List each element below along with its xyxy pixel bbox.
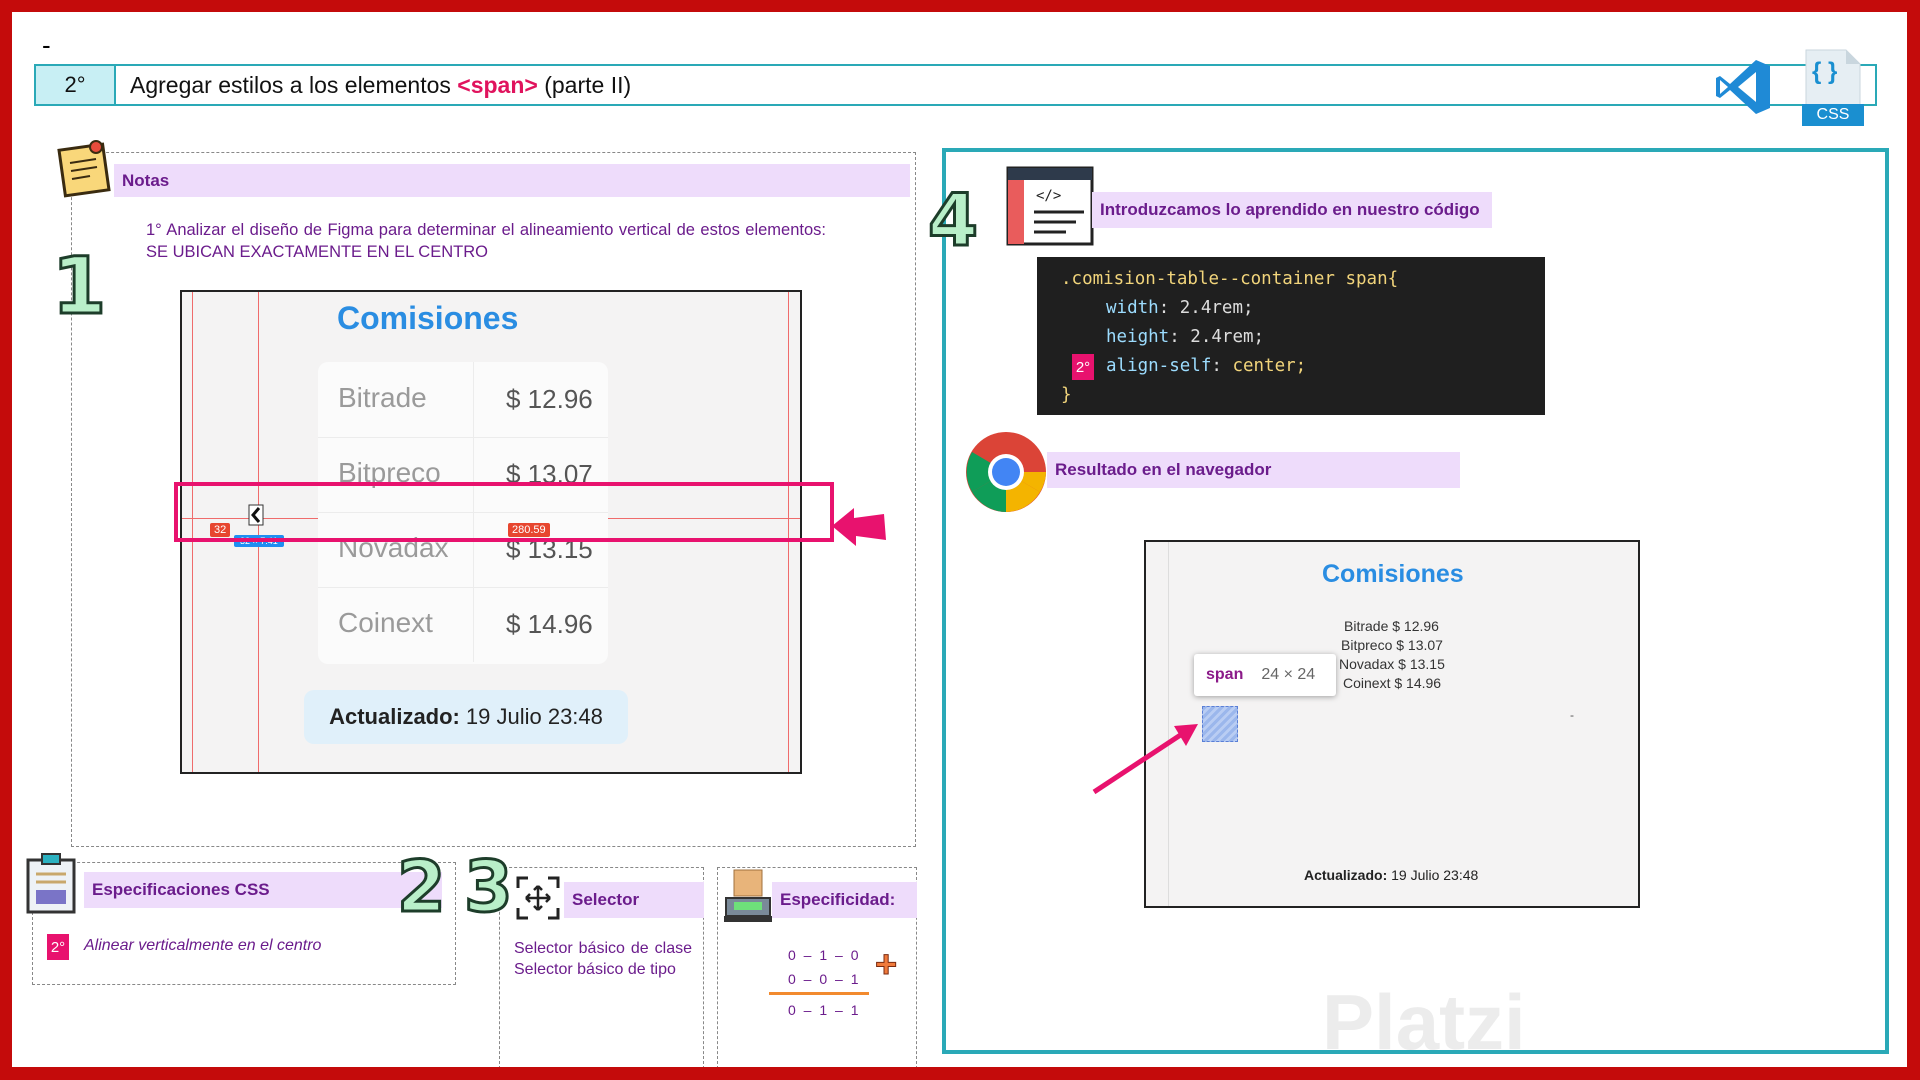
code-value: center; bbox=[1221, 356, 1307, 376]
browser-result-preview: Comisiones Bitrade $ 12.96 Bitpreco $ 13… bbox=[1144, 540, 1640, 908]
row-name: Bitrade bbox=[338, 382, 427, 413]
updated-label: Actualizado: bbox=[1304, 867, 1388, 883]
slide: - 2° Agregar estilos a los elementos <sp… bbox=[12, 12, 1907, 1067]
notes-label: Notas bbox=[114, 164, 910, 197]
lesson-header: 2° Agregar estilos a los elementos <span… bbox=[34, 64, 1877, 106]
devtools-tooltip: span 24 × 24 bbox=[1194, 654, 1336, 696]
selector-text: Selector básico de clase Selector básico… bbox=[514, 940, 692, 978]
figma-title: Comisiones bbox=[337, 300, 519, 336]
code-block: .comision-table--container span{ width: … bbox=[1037, 257, 1545, 415]
specificity-label: Especificidad: bbox=[772, 882, 917, 918]
top-dash: - bbox=[42, 30, 51, 60]
code-value: 2.4rem; bbox=[1179, 327, 1265, 347]
specs-text: Alinear verticalmente en el centro bbox=[84, 937, 322, 954]
figma-updated: Actualizado: 19 Julio 23:48 bbox=[304, 690, 628, 744]
browser-row: Bitrade $ 12.96 bbox=[1344, 618, 1439, 634]
step-two-number: 2 bbox=[396, 846, 448, 928]
chrome-icon bbox=[966, 432, 1046, 512]
code-prop: width bbox=[1106, 298, 1159, 318]
code-step-badge: 2° bbox=[1072, 354, 1094, 380]
arrow-up-right-icon bbox=[1092, 724, 1198, 795]
code-closing: } bbox=[1061, 385, 1072, 405]
svg-text:</>: </> bbox=[1036, 188, 1061, 204]
row-name: Coinext bbox=[338, 607, 433, 638]
specificity-total: 0 – 1 – 1 bbox=[788, 1002, 861, 1018]
table-row: Coinext $ 14.96 bbox=[318, 587, 608, 662]
browser-row: Coinext $ 14.96 bbox=[1343, 675, 1442, 691]
browser-row: Novadax $ 13.15 bbox=[1339, 656, 1445, 672]
browser-updated: Actualizado: 19 Julio 23:48 bbox=[1304, 867, 1478, 883]
tooltip-size: 24 × 24 bbox=[1261, 666, 1316, 683]
updated-label: Actualizado: bbox=[329, 704, 460, 729]
notes-text: 1° Analizar el diseño de Figma para dete… bbox=[146, 221, 826, 261]
specs-step-badge: 2° bbox=[47, 934, 69, 960]
specificity-class: 0 – 1 – 0 bbox=[788, 947, 861, 963]
updated-value: 19 Julio 23:48 bbox=[1391, 867, 1479, 883]
lesson-title: Agregar estilos a los elementos <span> (… bbox=[116, 72, 631, 99]
css-label: CSS bbox=[1816, 106, 1850, 123]
code-section-label: Introduzcamos lo aprendido en nuestro có… bbox=[1092, 192, 1492, 228]
css-file-icon: { } CSS bbox=[1802, 48, 1864, 126]
step-three-number: 3 bbox=[463, 846, 515, 928]
code-prop: height bbox=[1106, 327, 1170, 347]
arrow-left-icon bbox=[832, 508, 886, 546]
sum-divider bbox=[769, 992, 869, 995]
step-number: 2° bbox=[36, 66, 116, 104]
browser-section-label: Resultado en el navegador bbox=[1047, 452, 1460, 488]
highlighted-span bbox=[1202, 706, 1238, 742]
code-window-icon: </> bbox=[1006, 166, 1094, 246]
title-span-tag: <span> bbox=[457, 71, 538, 98]
vscode-icon bbox=[1716, 60, 1770, 114]
code-selector: .comision-table--container span{ bbox=[1061, 269, 1399, 289]
specs-label: Especificaciones CSS bbox=[84, 872, 442, 908]
code-prop: align-self bbox=[1106, 356, 1212, 376]
specificity-type: 0 – 0 – 1 bbox=[788, 971, 861, 987]
css-braces: { } bbox=[1812, 58, 1838, 85]
move-selector-icon bbox=[516, 876, 560, 920]
tooltip-tag: span bbox=[1206, 666, 1244, 683]
browser-dash: - bbox=[1570, 708, 1574, 722]
row-value: $ 14.96 bbox=[506, 609, 593, 639]
selector-label: Selector bbox=[564, 882, 704, 918]
updated-value: 19 Julio 23:48 bbox=[465, 704, 603, 729]
plus-icon: + bbox=[874, 944, 898, 987]
row-value: $ 12.96 bbox=[506, 384, 593, 414]
title-text-end: (parte II) bbox=[537, 71, 632, 98]
code-value: 2.4rem; bbox=[1169, 298, 1254, 318]
browser-title: Comisiones bbox=[1322, 560, 1464, 588]
title-text: Agregar estilos a los elementos bbox=[130, 71, 458, 98]
sticky-note-icon bbox=[57, 140, 111, 198]
platzi-watermark: Platzi bbox=[1322, 978, 1526, 1066]
code-line: height: 2.4rem; bbox=[1106, 327, 1265, 347]
code-line: width: 2.4rem; bbox=[1106, 298, 1254, 318]
code-line: 2° align-self: center; bbox=[1061, 352, 1521, 381]
step-four-number: 4 bbox=[926, 178, 979, 262]
step-one-number: 1 bbox=[50, 242, 107, 332]
highlight-box bbox=[174, 482, 834, 542]
table-row: Bitrade $ 12.96 bbox=[318, 362, 608, 438]
browser-row: Bitpreco $ 13.07 bbox=[1341, 637, 1443, 653]
clipboard-icon bbox=[26, 853, 76, 914]
scale-icon bbox=[724, 869, 772, 922]
